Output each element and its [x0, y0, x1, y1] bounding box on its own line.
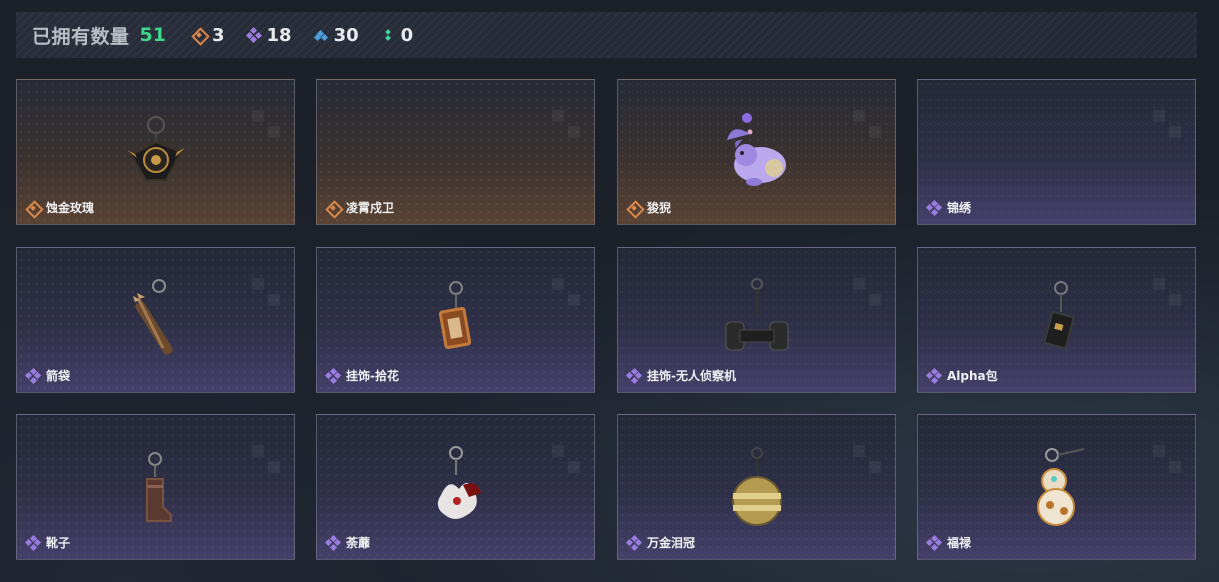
item-card[interactable]: 锦绣 [917, 79, 1196, 225]
purple-diamond-icon [925, 199, 943, 216]
bag-charm-icon [1012, 278, 1102, 368]
gourd-charm-icon [1012, 445, 1102, 535]
card-decoration [252, 110, 282, 140]
item-name-row: Alpha包 [925, 367, 998, 384]
item-name-row: 蚀金玫瑰 [26, 199, 94, 216]
item-name-row: 锦绣 [925, 199, 972, 216]
purple-diamond-icon [245, 26, 262, 44]
blue-diamond-icon [313, 28, 328, 42]
purple-count-value: 18 [266, 24, 292, 46]
owned-summary-bar: 已拥有数量 51 3 18 30 0 [16, 12, 1197, 58]
purple-diamond-icon [24, 367, 42, 384]
card-decoration [552, 278, 582, 308]
item-card[interactable]: 凌霄戍卫 [316, 79, 595, 225]
boot-charm-icon [111, 445, 201, 535]
item-name: 荼蘼 [346, 536, 371, 550]
card-decoration [853, 110, 883, 140]
card-decoration [252, 278, 282, 308]
item-name-row: 万金泪冠 [625, 534, 696, 551]
card-decoration [252, 445, 282, 475]
item-card[interactable]: Alpha包 [917, 247, 1196, 393]
green-rarity-count: 0 [381, 24, 414, 46]
blue-rarity-count: 30 [313, 24, 359, 46]
purple-diamond-icon [324, 534, 342, 551]
crown-charm-icon [712, 445, 802, 535]
item-name: Alpha包 [947, 369, 998, 383]
item-card[interactable]: 万金泪冠 [617, 414, 896, 560]
card-decoration [1153, 445, 1183, 475]
item-name-row: 狻猊 [627, 199, 671, 216]
item-name: 箭袋 [46, 369, 71, 383]
card-decoration [552, 110, 582, 140]
item-card[interactable]: 挂饰-拾花 [316, 247, 595, 393]
owned-count-label: 已拥有数量 [32, 25, 130, 48]
item-name-row: 箭袋 [24, 367, 71, 384]
orange-diamond-icon [627, 201, 641, 215]
purple-diamond-icon [925, 534, 943, 551]
item-name-row: 挂饰-拾花 [324, 367, 399, 384]
purple-diamond-icon [925, 367, 943, 384]
item-card[interactable]: 福禄 [917, 414, 1196, 560]
item-name: 挂饰-无人侦察机 [647, 369, 736, 383]
orange-diamond-icon [326, 201, 340, 215]
item-card[interactable]: 蚀金玫瑰 [16, 79, 295, 225]
card-decoration [853, 278, 883, 308]
item-name: 福禄 [947, 536, 972, 550]
item-card[interactable]: 挂饰-无人侦察机 [617, 247, 896, 393]
orange-count-value: 3 [211, 24, 225, 46]
item-card[interactable]: 狻猊 [617, 79, 896, 225]
card-decoration [552, 445, 582, 475]
drone-charm-icon [712, 278, 802, 368]
purple-diamond-icon [625, 367, 643, 384]
purple-diamond-icon [324, 367, 342, 384]
blue-count-value: 30 [333, 24, 359, 46]
item-name-row: 挂饰-无人侦察机 [625, 367, 736, 384]
item-name: 靴子 [46, 536, 71, 550]
card-decoration [1153, 110, 1183, 140]
item-name: 狻猊 [647, 201, 672, 215]
item-name: 锦绣 [947, 201, 972, 215]
item-name: 蚀金玫瑰 [46, 201, 95, 215]
frame-charm-icon [411, 278, 501, 368]
item-name: 万金泪冠 [647, 536, 696, 550]
item-name-row: 靴子 [24, 534, 71, 551]
owned-total-count: 51 [139, 24, 166, 46]
item-card[interactable]: 荼蘼 [316, 414, 595, 560]
green-count-value: 0 [400, 24, 414, 46]
item-card[interactable]: 箭袋 [16, 247, 295, 393]
rose-charm-icon [111, 110, 201, 200]
green-diamond-icon [381, 28, 395, 42]
orange-diamond-icon [192, 28, 206, 42]
orange-diamond-icon [26, 201, 40, 215]
purple-rarity-count: 18 [245, 24, 292, 46]
purple-diamond-icon [24, 534, 42, 551]
item-name-row: 荼蘼 [324, 534, 371, 551]
purple-diamond-icon [625, 534, 643, 551]
card-decoration [853, 445, 883, 475]
orange-rarity-count: 3 [192, 25, 225, 46]
item-name: 挂饰-拾花 [346, 369, 399, 383]
item-name: 凌霄戍卫 [346, 201, 395, 215]
quiver-charm-icon [111, 278, 201, 368]
item-card[interactable]: 靴子 [16, 414, 295, 560]
card-decoration [1153, 278, 1183, 308]
flower-charm-icon [411, 445, 501, 535]
item-name-row: 福禄 [925, 534, 972, 551]
lion-charm-icon [712, 110, 802, 200]
item-name-row: 凌霄戍卫 [326, 199, 394, 216]
